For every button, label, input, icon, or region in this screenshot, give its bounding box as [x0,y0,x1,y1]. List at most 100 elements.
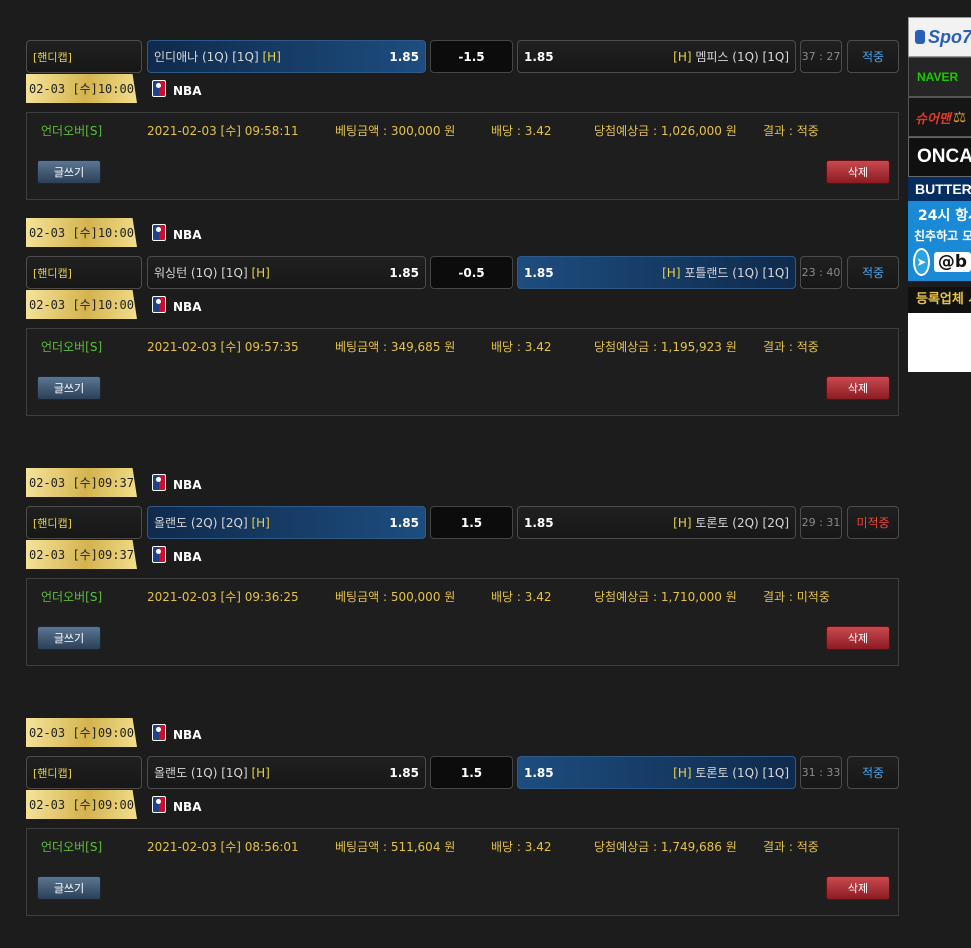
line-value: 1.5 [430,506,513,539]
date-time-tag: 02-03 [수]10:00 [26,290,137,319]
score-box: 31 : 33 [800,756,842,789]
date-time-tag: 02-03 [수]09:00 [26,718,137,747]
home-team-text: 올랜도 (2Q) [2Q] [154,516,252,530]
away-team-text: 토론토 (1Q) [1Q] [695,766,789,780]
ad-oncast[interactable]: ONCAS [908,137,971,177]
away-team-odds-button[interactable]: 1.85 [H] 포틀랜드 (1Q) [1Q] [517,256,796,289]
nba-logo-icon [152,295,166,313]
bet-type-label: [핸디캡] [26,40,142,73]
league-name: NBA [173,550,202,564]
ad-register[interactable]: 등록업체 시 [908,287,971,372]
nba-logo-icon [152,79,166,97]
result-badge: 적중 [847,256,899,289]
score-box: 29 : 31 [800,506,842,539]
away-team-odds-button[interactable]: 1.85 [H] 토론토 (1Q) [1Q] [517,756,796,789]
bet-rate: 배당 : 3.42 [491,590,552,604]
line-value: 1.5 [430,756,513,789]
home-team-odds-button[interactable]: 올랜도 (2Q) [2Q] [H] 1.85 [147,506,426,539]
date-time-text: 02-03 [수]09:37 [29,548,134,562]
delete-button[interactable]: 삭제 [826,160,890,184]
date-time-tag: 02-03 [수]09:37 [26,468,137,497]
away-team-text: 토론토 (2Q) [2Q] [695,516,789,530]
league-label: NBA [152,472,201,492]
bet-amount: 베팅금액 : 511,604 원 [335,840,456,854]
expected-payout: 당첨예상금 : 1,710,000 원 [594,590,737,604]
ad-butter[interactable]: BUTTER 24시 항시 친추하고 모 ➤ @b [908,177,971,281]
bet-amount: 베팅금액 : 500,000 원 [335,590,456,604]
date-time-text: 02-03 [수]10:00 [29,298,134,312]
league-label: NBA [152,294,201,314]
write-button[interactable]: 글쓰기 [37,160,101,184]
expected-payout: 당첨예상금 : 1,195,923 원 [594,340,737,354]
home-team-name: 인디애나 (1Q) [1Q] [H] [154,48,389,65]
date-time-tag: 02-03 [수]10:00 [26,218,137,247]
home-team-odds-button[interactable]: 워싱턴 (1Q) [1Q] [H] 1.85 [147,256,426,289]
home-odds: 1.85 [389,765,419,780]
result-badge: 적중 [847,40,899,73]
league-label: NBA [152,222,201,242]
home-team-name: 올랜도 (2Q) [2Q] [H] [154,514,389,531]
result-text: 적중 [861,266,885,280]
result-badge: 미적중 [847,506,899,539]
expected-payout: 당첨예상금 : 1,026,000 원 [594,124,737,138]
away-team-odds-button[interactable]: 1.85 [H] 토론토 (2Q) [2Q] [517,506,796,539]
league-label: NBA [152,722,201,742]
date-time-text: 02-03 [수]09:00 [29,798,134,812]
date-time-tag: 02-03 [수]10:00 [26,74,137,103]
home-odds: 1.85 [389,49,419,64]
ad-naver[interactable]: NAVER [908,57,971,97]
delete-button[interactable]: 삭제 [826,376,890,400]
home-team-odds-button[interactable]: 인디애나 (1Q) [1Q] [H] 1.85 [147,40,426,73]
bet-rate: 배당 : 3.42 [491,340,552,354]
line-text: -1.5 [458,49,485,64]
away-marker: [H] [673,766,696,780]
write-button[interactable]: 글쓰기 [37,876,101,900]
line-text: 1.5 [460,765,483,780]
result-badge: 적중 [847,756,899,789]
date-time-text: 02-03 [수]10:00 [29,226,134,240]
league-label: NBA [152,794,201,814]
home-team-odds-button[interactable]: 올랜도 (1Q) [1Q] [H] 1.85 [147,756,426,789]
bet-time: 2021-02-03 [수] 09:36:25 [147,590,299,604]
home-team-name: 올랜도 (1Q) [1Q] [H] [154,764,389,781]
league-label: NBA [152,78,201,98]
delete-button[interactable]: 삭제 [826,626,890,650]
ad-spo[interactable]: Spo7 [908,17,971,57]
score-text: 29 : 31 [801,516,841,529]
home-marker: [H] [251,266,270,280]
bet-type-label: [핸디캡] [26,256,142,289]
score-box: 23 : 40 [800,256,842,289]
league-name: NBA [173,228,202,242]
write-button[interactable]: 글쓰기 [37,626,101,650]
write-button[interactable]: 글쓰기 [37,376,101,400]
nba-logo-icon [152,723,166,741]
away-odds: 1.85 [524,515,554,530]
league-label: NBA [152,544,201,564]
nba-logo-icon [152,795,166,813]
ad-sman[interactable]: 슈어맨 ⚖ [908,97,971,137]
bet-type-text: [핸디캡] [33,516,72,530]
away-marker: [H] [673,516,696,530]
away-marker: [H] [673,50,696,64]
bet-kind: 언더오버[S] [41,340,103,354]
bet-kind: 언더오버[S] [41,124,103,138]
home-team-text: 인디애나 (1Q) [1Q] [154,50,263,64]
line-value: -0.5 [430,256,513,289]
delete-button[interactable]: 삭제 [826,876,890,900]
date-time-tag: 02-03 [수]09:00 [26,790,137,819]
away-team-odds-button[interactable]: 1.85 [H] 멤피스 (1Q) [1Q] [517,40,796,73]
league-name: NBA [173,300,202,314]
line-value: -1.5 [430,40,513,73]
away-team-name: [H] 토론토 (1Q) [1Q] [562,764,789,781]
bet-result: 결과 : 적중 [763,124,819,138]
bet-result: 결과 : 적중 [763,340,819,354]
bet-amount: 베팅금액 : 300,000 원 [335,124,456,138]
bet-summary: 언더오버[S] 2021-02-03 [수] 09:57:35 베팅금액 : 349… [26,328,899,416]
league-name: NBA [173,728,202,742]
line-text: -0.5 [458,265,485,280]
result-text: 적중 [861,50,885,64]
home-team-name: 워싱턴 (1Q) [1Q] [H] [154,264,389,281]
nba-logo-icon [152,473,166,491]
away-odds: 1.85 [524,765,554,780]
bet-kind: 언더오버[S] [41,840,103,854]
